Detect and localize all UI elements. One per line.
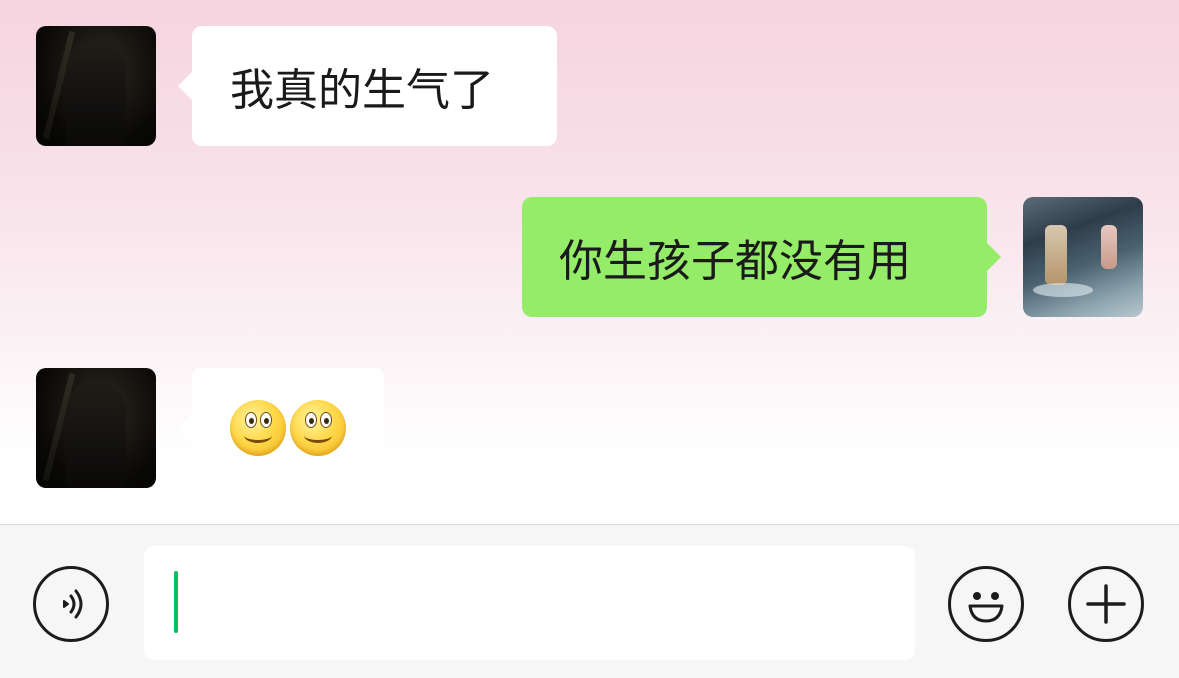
add-button[interactable] bbox=[1068, 566, 1144, 642]
avatar-splash bbox=[1033, 283, 1093, 297]
contact-avatar[interactable] bbox=[36, 368, 156, 488]
avatar-figure bbox=[1101, 225, 1117, 269]
avatar-figure bbox=[1045, 225, 1067, 285]
voice-icon bbox=[63, 589, 83, 619]
message-text: 我真的生气了 bbox=[230, 65, 494, 116]
avatar-silhouette bbox=[66, 40, 126, 146]
message-bubble-received[interactable]: 我真的生气了 bbox=[178, 26, 557, 146]
text-caret bbox=[174, 571, 178, 633]
message-list[interactable]: 我真的生气了 你生孩子都没有用 bbox=[0, 0, 1179, 524]
smile-emoji bbox=[230, 400, 286, 456]
input-bar bbox=[0, 524, 1179, 678]
self-avatar[interactable] bbox=[1023, 197, 1143, 317]
smile-emoji bbox=[290, 400, 346, 456]
contact-avatar[interactable] bbox=[36, 26, 156, 146]
message-input[interactable] bbox=[144, 546, 915, 660]
emoji-icon bbox=[968, 592, 1004, 623]
voice-button[interactable] bbox=[33, 566, 109, 642]
emoji-button[interactable] bbox=[948, 566, 1024, 642]
message-bubble-sent[interactable]: 你生孩子都没有用 bbox=[522, 197, 1001, 317]
chat-screen: 我真的生气了 你生孩子都没有用 bbox=[0, 0, 1179, 678]
message-text: 你生孩子都没有用 bbox=[559, 236, 911, 287]
plus-icon bbox=[1086, 584, 1126, 624]
avatar-silhouette bbox=[66, 382, 126, 488]
message-bubble-received[interactable] bbox=[178, 368, 384, 488]
